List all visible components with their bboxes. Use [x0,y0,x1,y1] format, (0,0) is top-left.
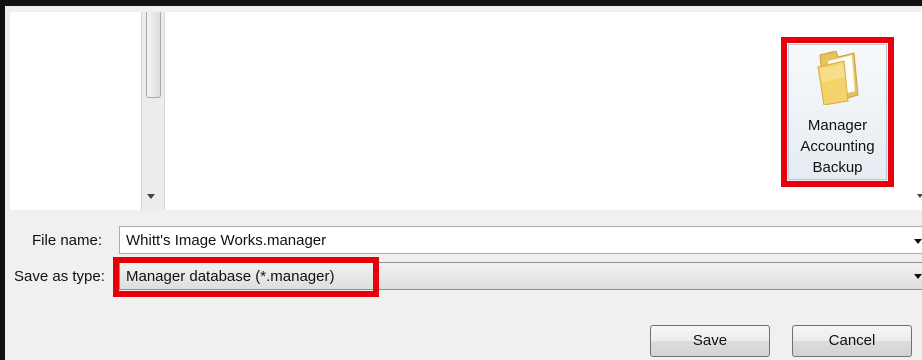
file-name-label: File name: [32,232,103,249]
folder-name-line: Manager [807,117,868,134]
folder-name: Manager Accounting Backup [789,115,886,178]
save-as-type-select[interactable]: Manager database (*.manager) [119,262,922,290]
save-dialog: Manager Accounting Backup File name: Whi… [0,0,922,360]
folder-item-manager-accounting-backup[interactable]: Manager Accounting Backup [781,37,894,187]
folder-name-line: Backup [812,159,863,176]
folder-item-selection: Manager Accounting Backup [788,44,887,180]
folder-icon [817,51,859,105]
navigation-pane [10,12,140,210]
save-as-type-label: Save as type: [14,268,105,285]
scroll-down-arrow-icon[interactable] [147,194,155,199]
save-as-type-dropdown-arrow-icon[interactable] [914,274,922,279]
save-button[interactable]: Save [650,325,770,357]
cancel-button[interactable]: Cancel [792,325,912,357]
file-name-dropdown-arrow-icon[interactable] [914,239,922,244]
scroll-down-arrow-icon[interactable] [917,194,922,198]
file-name-input[interactable]: Whitt's Image Works.manager [119,226,922,254]
navigation-scrollbar[interactable] [141,12,165,210]
folder-name-line: Accounting [800,138,875,155]
scrollbar-thumb[interactable] [146,12,161,98]
file-list-scrollbar[interactable] [914,12,922,210]
